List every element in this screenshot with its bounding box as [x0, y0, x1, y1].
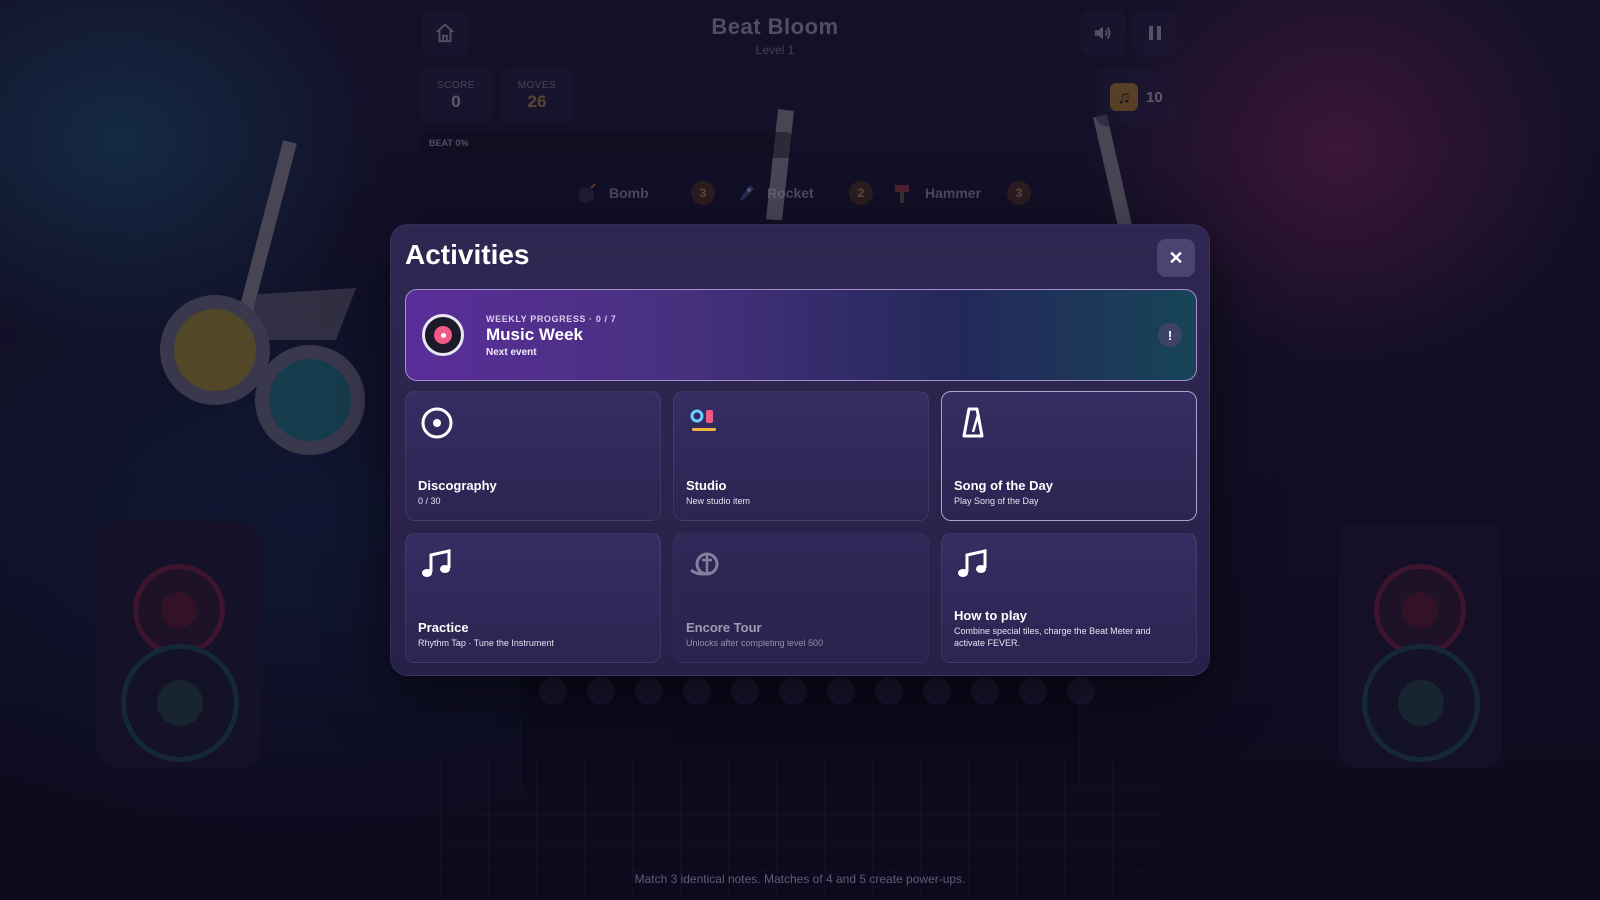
card-subtitle: Combine special tiles, charge the Beat M…: [954, 626, 1151, 648]
activities-grid: Discography 0 / 30 Studio New studio ite…: [405, 391, 1197, 663]
card-song-of-the-day[interactable]: Song of the Day Play Song of the Day: [941, 391, 1197, 521]
alert-icon: !: [1158, 323, 1182, 347]
card-discography[interactable]: Discography 0 / 30: [405, 391, 661, 521]
card-title: How to play: [954, 608, 1027, 623]
music-note-icon: [422, 549, 451, 577]
studio-icon: [690, 409, 716, 431]
close-button[interactable]: ✕: [1157, 239, 1195, 277]
vinyl-disc-icon: [422, 314, 464, 356]
card-title: Song of the Day: [954, 478, 1053, 493]
card-subtitle: Unlocks after completing level 500: [686, 638, 824, 648]
card-subtitle: Play Song of the Day: [954, 496, 1039, 506]
banner-kicker: WEEKLY PROGRESS · 0 / 7: [486, 314, 617, 324]
card-subtitle: 0 / 30: [418, 496, 441, 506]
card-title: Discography: [418, 478, 497, 493]
metronome-icon: [962, 407, 984, 438]
activities-modal: Activities ✕ WEEKLY PROGRESS · 0 / 7 Mus…: [390, 224, 1210, 676]
banner-title: Music Week: [486, 325, 584, 344]
music-week-banner[interactable]: WEEKLY PROGRESS · 0 / 7 Music Week Next …: [405, 289, 1197, 381]
card-title: Practice: [418, 620, 469, 635]
card-encore-tour: Encore Tour Unlocks after completing lev…: [673, 533, 929, 663]
card-title: Studio: [686, 478, 727, 493]
card-title: Encore Tour: [686, 620, 762, 635]
card-practice[interactable]: Practice Rhythm Tap · Tune the Instrumen…: [405, 533, 661, 663]
card-how-to-play[interactable]: How to play Combine special tiles, charg…: [941, 533, 1197, 663]
card-subtitle: New studio item: [686, 496, 751, 506]
banner-subtitle: Next event: [486, 347, 537, 358]
music-note-icon: [958, 549, 987, 577]
disc-icon: [421, 407, 453, 439]
card-subtitle: Rhythm Tap · Tune the Instrument: [418, 638, 554, 648]
modal-title: Activities: [405, 239, 530, 270]
card-studio[interactable]: Studio New studio item: [673, 391, 929, 521]
tour-icon: [690, 552, 719, 576]
